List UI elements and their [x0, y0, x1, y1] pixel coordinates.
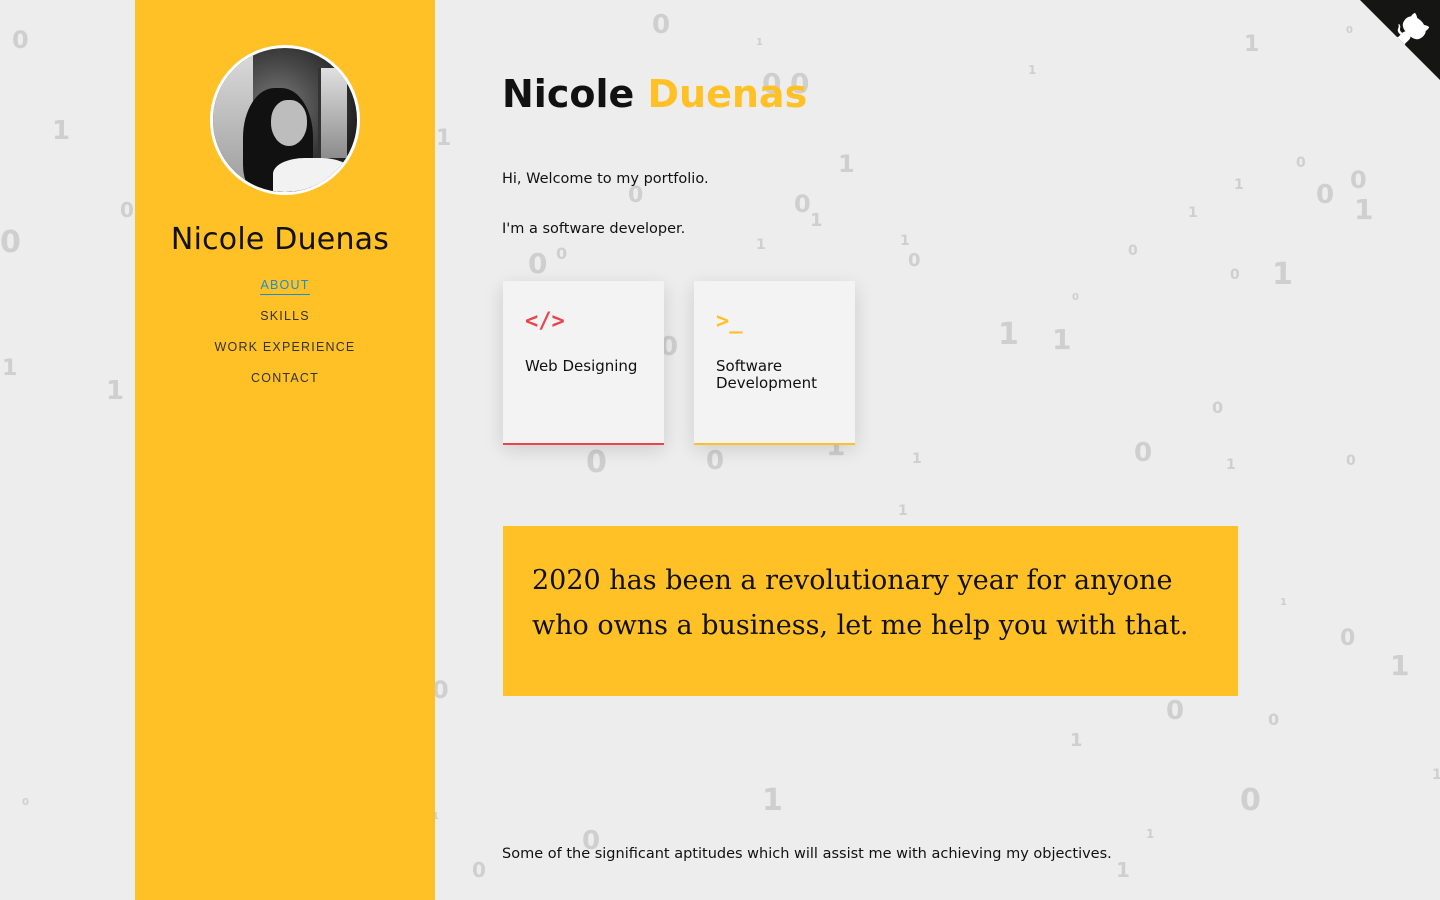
binary-digit: 0: [12, 26, 29, 54]
intro-welcome: Hi, Welcome to my portfolio.: [502, 171, 709, 187]
avatar: [210, 45, 360, 195]
binary-digit: 0: [794, 190, 811, 218]
title-last-name: Duenas: [647, 72, 808, 116]
binary-digit: 1: [1432, 767, 1440, 783]
binary-digit: 1: [1390, 649, 1410, 682]
terminal-icon: >_: [716, 309, 743, 334]
service-card-label: Software Development: [716, 357, 817, 392]
binary-digit: 1: [756, 237, 766, 253]
service-card-web-designing[interactable]: </> Web Designing: [503, 281, 664, 445]
binary-digit: 0: [528, 247, 548, 280]
binary-digit: 0: [908, 250, 921, 271]
binary-digit: 1: [838, 150, 855, 178]
card-accent-bar: [694, 443, 855, 445]
binary-digit: 0: [1346, 25, 1353, 36]
binary-digit: 0: [1166, 696, 1185, 726]
intro-role: I'm a software developer.: [502, 221, 686, 237]
binary-digit: 1: [912, 451, 922, 467]
sidebar-item-about: ABOUT: [135, 276, 435, 307]
binary-digit: 1: [52, 116, 71, 146]
aptitudes-intro: Some of the significant aptitudes which …: [502, 846, 1112, 862]
binary-digit: 1: [1188, 205, 1198, 221]
binary-digit: 0: [1296, 155, 1306, 171]
card-accent-bar: [503, 443, 664, 445]
sidebar-nav: ABOUT SKILLS WORK EXPERIENCE CONTACT: [135, 276, 435, 400]
binary-digit: 0: [1230, 267, 1240, 283]
code-icon: </>: [525, 309, 565, 334]
service-card-software-development[interactable]: >_ Software Development: [694, 281, 855, 445]
quote-text: 2020 has been a revolutionary year for a…: [532, 565, 1189, 641]
binary-digit: 0: [22, 797, 29, 808]
binary-digit: 0: [0, 225, 21, 260]
binary-digit: 1: [106, 376, 125, 406]
binary-digit: 1: [1116, 858, 1130, 882]
binary-digit: 1: [998, 317, 1019, 352]
binary-digit: 0: [1268, 710, 1280, 729]
page-title: Nicole Duenas: [502, 72, 807, 116]
binary-digit: 1: [1280, 597, 1287, 608]
sidebar: Nicole Duenas ABOUT SKILLS WORK EXPERIEN…: [135, 0, 435, 900]
binary-digit: 0: [556, 244, 568, 263]
title-first-name: Nicole: [502, 72, 635, 116]
binary-digit: 0: [1134, 438, 1153, 468]
binary-digit: 0: [628, 183, 644, 208]
binary-digit: 0: [1340, 626, 1356, 651]
sidebar-name: Nicole Duenas: [170, 222, 390, 257]
binary-digit: 1: [1052, 323, 1072, 356]
portfolio-page: 0100110100101011001011001001100101100100…: [0, 0, 1440, 900]
binary-digit: 1: [1226, 457, 1236, 473]
binary-digit: 1: [1354, 193, 1374, 226]
binary-digit: 0: [706, 446, 725, 476]
binary-digit: 1: [436, 126, 452, 151]
github-corner-link[interactable]: [1360, 0, 1440, 80]
binary-digit: 0: [1350, 166, 1367, 194]
service-card-label: Web Designing: [525, 357, 638, 375]
nav-link-about[interactable]: ABOUT: [260, 278, 310, 295]
sidebar-item-contact: CONTACT: [135, 369, 435, 400]
sidebar-item-work-experience: WORK EXPERIENCE: [135, 338, 435, 369]
nav-link-skills[interactable]: SKILLS: [260, 309, 310, 323]
binary-digit: 1: [898, 503, 908, 519]
binary-digit: 1: [1070, 730, 1083, 751]
binary-digit: 1: [1234, 177, 1244, 193]
binary-digit: 0: [586, 445, 607, 480]
sidebar-item-skills: SKILLS: [135, 307, 435, 338]
binary-digit: 0: [1072, 292, 1079, 303]
github-octocat-icon: [1360, 0, 1440, 80]
binary-digit: 1: [756, 37, 763, 48]
binary-digit: 1: [762, 783, 783, 818]
binary-digit: 1: [900, 233, 910, 249]
binary-digit: 1: [1028, 63, 1037, 77]
binary-digit: 0: [1128, 243, 1138, 259]
binary-digit: 0: [1240, 783, 1261, 818]
binary-digit: 1: [1146, 827, 1155, 841]
nav-link-contact[interactable]: CONTACT: [251, 371, 319, 385]
binary-digit: 0: [1316, 180, 1335, 210]
quote-banner: 2020 has been a revolutionary year for a…: [503, 526, 1238, 696]
binary-digit: 0: [1212, 398, 1224, 417]
binary-digit: 0: [652, 10, 671, 40]
nav-link-work-experience[interactable]: WORK EXPERIENCE: [215, 340, 356, 354]
binary-digit: 0: [472, 858, 486, 882]
binary-digit: 1: [2, 356, 18, 381]
binary-digit: 0: [1346, 453, 1356, 469]
binary-digit: 0: [120, 198, 134, 222]
binary-digit: 1: [810, 210, 823, 231]
binary-digit: 1: [1244, 32, 1260, 57]
binary-digit: 1: [1272, 257, 1293, 292]
